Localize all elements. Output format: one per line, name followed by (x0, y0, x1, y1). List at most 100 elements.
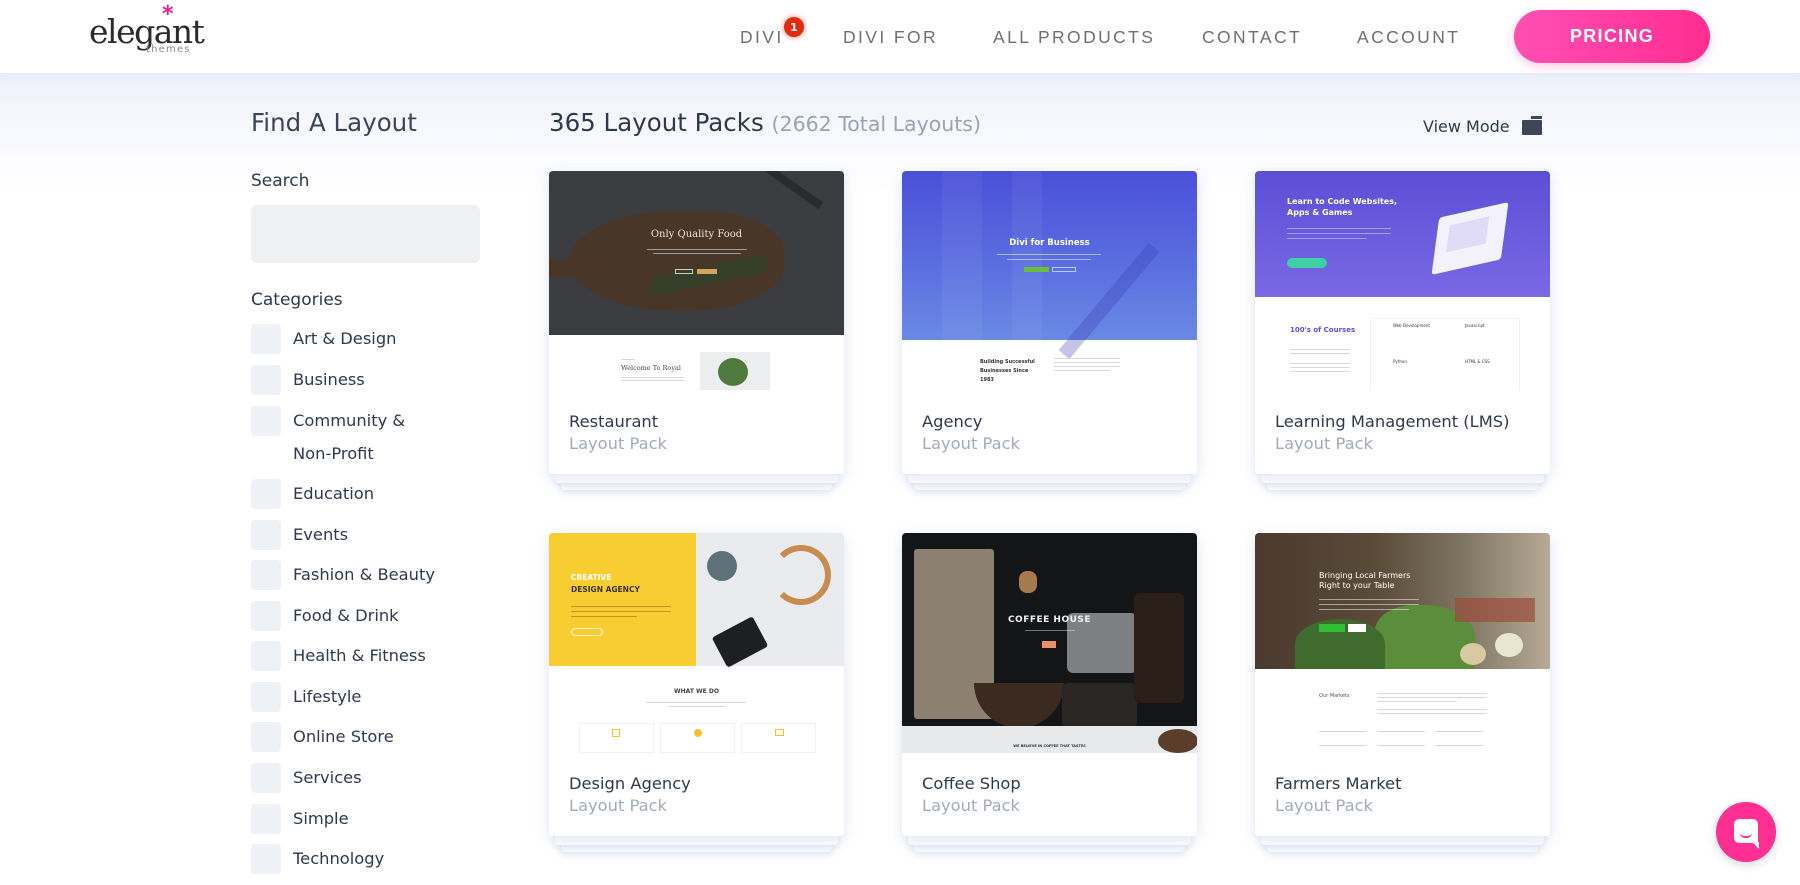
layout-card-lms[interactable]: Learn to Code Websites, Apps & Games 100… (1255, 171, 1550, 490)
checkbox[interactable] (251, 844, 281, 874)
layout-card-coffee-shop[interactable]: COFFEE HOUSE WE BELIEVE IN COFFEE THAT T… (902, 533, 1197, 852)
category-label: Art & Design (293, 329, 397, 348)
category-fashion-beauty[interactable]: Fashion & Beauty (251, 560, 453, 591)
category-label: Education (293, 484, 375, 503)
category-education[interactable]: Education (251, 479, 453, 510)
checkbox[interactable] (251, 763, 281, 793)
category-health-fitness[interactable]: Health & Fitness (251, 641, 453, 672)
thumb-hero-title: Learn to Code Websites, Apps & Games (1287, 197, 1398, 217)
card-title: Learning Management (LMS) (1275, 412, 1510, 431)
logo-star-icon: * (162, 2, 174, 27)
layout-pack-count: 365 Layout Packs (549, 108, 764, 137)
card-face: Divi for Business Building Successful Bu… (902, 171, 1197, 474)
card-title: Farmers Market (1275, 774, 1402, 793)
card-title: Coffee Shop (922, 774, 1021, 793)
checkbox[interactable] (251, 641, 281, 671)
category-business[interactable]: Business (251, 365, 453, 396)
checkbox[interactable] (251, 520, 281, 550)
layout-card-agency[interactable]: Divi for Business Building Successful Bu… (902, 171, 1197, 490)
elegant-themes-logo[interactable]: elegant * themes (89, 2, 205, 58)
card-title: Agency (922, 412, 983, 431)
checkbox[interactable] (251, 682, 281, 712)
checkbox[interactable] (251, 804, 281, 834)
card-thumbnail: Bringing Local Farmers Right to your Tab… (1255, 533, 1550, 753)
category-technology[interactable]: Technology (251, 844, 453, 875)
site-header: elegant * themes DIVI 1 DIVI FOR ALL PRO… (0, 0, 1800, 73)
search-label: Search (251, 171, 310, 191)
sidebar-title: Find A Layout (251, 108, 417, 137)
category-online-store[interactable]: Online Store (251, 722, 453, 753)
pricing-button[interactable]: PRICING (1514, 10, 1710, 63)
card-thumbnail: CREATIVE DESIGN AGENCY WHAT WE DO (549, 533, 844, 753)
chat-icon (1734, 819, 1759, 849)
layout-count-heading: 365 Layout Packs (2662 Total Layouts) (549, 108, 981, 137)
checkbox[interactable] (251, 722, 281, 752)
category-label: Community & Non-Profit (293, 411, 406, 463)
search-input[interactable] (251, 205, 480, 263)
thumb-feature: Javascript (1465, 323, 1485, 328)
thumb-section-title: 100's of Courses (1290, 326, 1356, 334)
thumb-hero-title: COFFEE HOUSE (1007, 615, 1092, 625)
category-lifestyle[interactable]: Lifestyle (251, 682, 453, 713)
thumb-feature: Python (1393, 359, 1407, 364)
nav-divi[interactable]: DIVI (740, 27, 784, 48)
category-events[interactable]: Events (251, 520, 453, 551)
card-subtitle: Layout Pack (1275, 796, 1373, 815)
category-label: Technology (293, 849, 385, 868)
category-label: Services (293, 768, 362, 787)
category-community-non-profit[interactable]: Community & Non-Profit (251, 406, 448, 470)
category-services[interactable]: Services (251, 763, 453, 794)
view-mode-toggle[interactable]: View Mode (1423, 116, 1542, 136)
layout-card-restaurant[interactable]: Only Quality Food Welcome To Royal Resta… (549, 171, 844, 490)
thumb-hero-title: Bringing Local Farmers Right to your Tab… (1319, 571, 1411, 590)
category-label: Simple (293, 809, 349, 828)
checkbox[interactable] (251, 324, 281, 354)
folder-icon[interactable] (1521, 116, 1542, 136)
category-label: Events (293, 525, 349, 544)
thumb-hero-kicker: CREATIVE (571, 573, 612, 582)
category-label: Fashion & Beauty (293, 565, 435, 584)
card-face: COFFEE HOUSE WE BELIEVE IN COFFEE THAT T… (902, 533, 1197, 836)
nav-account[interactable]: ACCOUNT (1357, 27, 1460, 48)
category-label: Health & Fitness (293, 646, 426, 665)
thumb-section-title: Our Markets (1319, 693, 1350, 699)
layout-card-design-agency[interactable]: CREATIVE DESIGN AGENCY WHAT WE DO Design… (549, 533, 844, 852)
category-food-drink[interactable]: Food & Drink (251, 601, 453, 632)
card-thumbnail: Divi for Business Building Successful Bu… (902, 171, 1197, 391)
checkbox[interactable] (251, 406, 281, 436)
checkbox[interactable] (251, 365, 281, 395)
category-label: Business (293, 370, 365, 389)
card-face: Only Quality Food Welcome To Royal Resta… (549, 171, 844, 474)
checkbox[interactable] (251, 479, 281, 509)
card-thumbnail: Only Quality Food Welcome To Royal (549, 171, 844, 391)
chat-launcher-button[interactable] (1716, 802, 1776, 862)
thumb-section-title: WE BELIEVE IN COFFEE THAT TASTES (1013, 744, 1086, 748)
card-subtitle: Layout Pack (1275, 434, 1373, 453)
card-subtitle: Layout Pack (569, 796, 667, 815)
card-title: Design Agency (569, 774, 691, 793)
categories-label: Categories (251, 290, 343, 310)
logo-subtitle: themes (146, 44, 191, 55)
thumb-section-title: Building Successful Businesses Since 198… (980, 359, 1035, 383)
thumb-feature: Web Development (1393, 323, 1430, 328)
checkbox[interactable] (251, 560, 281, 590)
thumb-section-title: Welcome To Royal (621, 364, 681, 372)
thumb-hero-title: DESIGN AGENCY (571, 585, 640, 594)
nav-all-products[interactable]: ALL PRODUCTS (993, 27, 1155, 48)
category-art-design[interactable]: Art & Design (251, 324, 453, 355)
nav-divi-for[interactable]: DIVI FOR (843, 27, 938, 48)
card-face: CREATIVE DESIGN AGENCY WHAT WE DO Design… (549, 533, 844, 836)
card-thumbnail: Learn to Code Websites, Apps & Games 100… (1255, 171, 1550, 391)
checkbox[interactable] (251, 601, 281, 631)
nav-contact[interactable]: CONTACT (1202, 27, 1302, 48)
category-label: Lifestyle (293, 687, 362, 706)
card-subtitle: Layout Pack (569, 434, 667, 453)
card-face: Learn to Code Websites, Apps & Games 100… (1255, 171, 1550, 474)
layout-card-farmers-market[interactable]: Bringing Local Farmers Right to your Tab… (1255, 533, 1550, 852)
card-subtitle: Layout Pack (922, 796, 1020, 815)
card-thumbnail: COFFEE HOUSE WE BELIEVE IN COFFEE THAT T… (902, 533, 1197, 753)
card-subtitle: Layout Pack (922, 434, 1020, 453)
category-label: Food & Drink (293, 606, 399, 625)
thumb-feature: HTML & CSS (1465, 359, 1490, 364)
category-simple[interactable]: Simple (251, 804, 453, 835)
